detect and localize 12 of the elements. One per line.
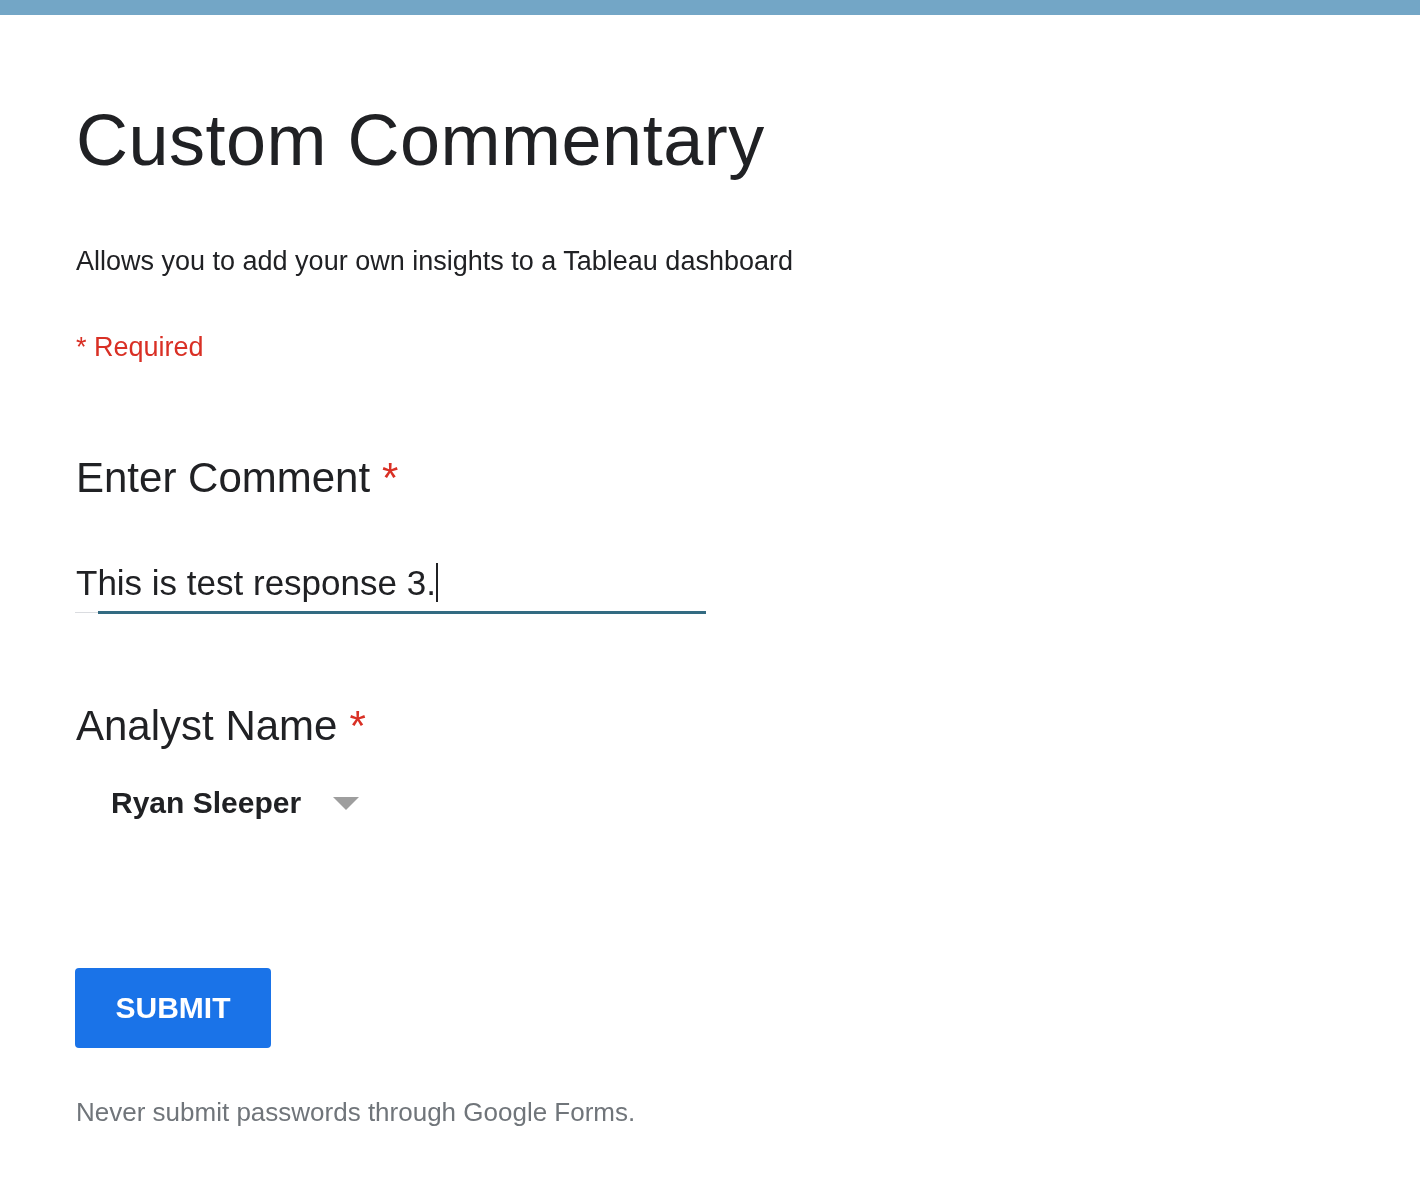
question-label: Enter Comment [76,453,371,503]
dropdown[interactable]: Ryan Sleeper [76,783,360,823]
question-label: Analyst Name [76,701,338,751]
form-description: Allows you to add your own insights to a Tableau dashboard [76,245,793,278]
input-field[interactable]: This is test response 3. [75,561,706,613]
required-mark: * [349,701,366,751]
required-note: * Required [76,331,204,364]
required-mark: * [382,453,399,503]
caret-icon [333,796,360,810]
footer-note: Never submit passwords through Google Forms. [76,1096,636,1129]
submit-button[interactable]: SUBMIT [75,968,271,1048]
form-title: Custom Commentary [76,99,765,182]
